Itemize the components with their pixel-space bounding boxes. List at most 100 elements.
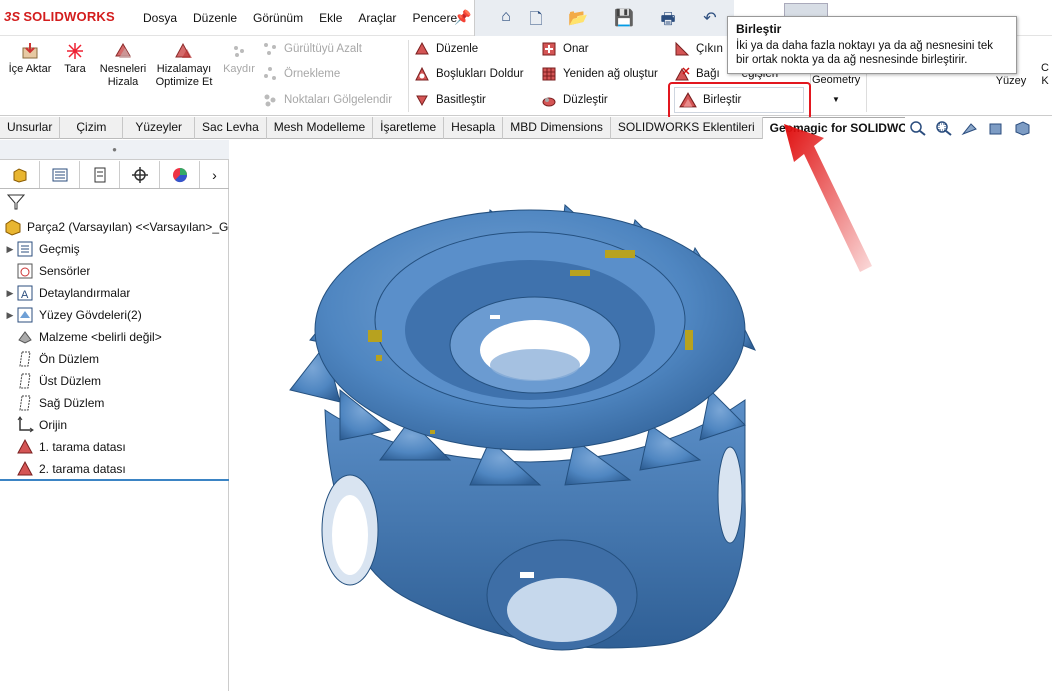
repair-icon bbox=[542, 42, 556, 56]
expand-icon[interactable]: ▶ bbox=[4, 310, 16, 321]
optimize-align-button[interactable]: Hizalamayı Optimize Et bbox=[152, 42, 216, 89]
undo-icon[interactable]: ↶ bbox=[699, 8, 721, 28]
tree-item-front-plane[interactable]: Ön Düzlem bbox=[4, 348, 99, 370]
simplify-button[interactable]: Basitleştir bbox=[414, 90, 486, 110]
history-icon bbox=[17, 241, 33, 257]
tree-item-origin[interactable]: Orijin bbox=[4, 414, 67, 436]
tab-cizim[interactable]: Çizim bbox=[60, 117, 124, 139]
partial-button[interactable]: C K bbox=[1038, 62, 1052, 88]
fill-holes-button[interactable]: Boşlukları Doldur bbox=[414, 64, 524, 84]
zoom-to-fit-icon[interactable] bbox=[909, 120, 927, 136]
display-manager-tab[interactable] bbox=[160, 161, 200, 188]
tree-root-part[interactable]: Parça2 (Varsayılan) <<Varsayılan>_Gö bbox=[4, 216, 229, 238]
repair-button[interactable]: Onar bbox=[541, 39, 589, 59]
scan-data-icon bbox=[17, 460, 33, 476]
panel-more-tab[interactable]: › bbox=[200, 161, 229, 188]
tab-yuzeyler[interactable]: Yüzeyler bbox=[123, 117, 196, 139]
quick-access-toolbar: ⌂ 🗋 📂 💾 🖶 ↶ bbox=[474, 0, 734, 36]
configuration-manager-icon bbox=[94, 167, 105, 182]
align-objects-button[interactable]: Nesneleri Hizala bbox=[96, 42, 150, 89]
zoom-area-icon[interactable] bbox=[935, 120, 953, 136]
menu-ekle[interactable]: Ekle bbox=[311, 11, 350, 25]
tree-item-scan-data-1[interactable]: 1. tarama datası bbox=[4, 436, 126, 458]
sensor-icon bbox=[17, 263, 33, 279]
open-folder-icon[interactable]: 📂 bbox=[567, 8, 589, 28]
view-orientation-icon[interactable] bbox=[1013, 120, 1031, 136]
chevron-down-icon: ▼ bbox=[832, 95, 840, 104]
tab-mesh-modelleme[interactable]: Mesh Modelleme bbox=[267, 117, 374, 139]
tab-sac-levha[interactable]: Sac Levha bbox=[195, 117, 267, 139]
scan-data-icon bbox=[17, 438, 33, 454]
tab-solidworks-eklentileri[interactable]: SOLIDWORKS Eklentileri bbox=[611, 117, 763, 139]
tooltip: Birleştir İki ya da daha fazla noktayı y… bbox=[727, 16, 1017, 74]
scanned-gear-model[interactable] bbox=[230, 140, 1052, 691]
import-button[interactable]: İçe Aktar bbox=[6, 42, 54, 76]
solidworks-logo[interactable]: 3S SOLIDWORKS bbox=[4, 9, 115, 24]
section-view-icon[interactable] bbox=[987, 120, 1005, 136]
align-objects-icon bbox=[115, 43, 131, 58]
tree-item-sensors[interactable]: Sensörler bbox=[4, 260, 90, 282]
tree-item-annotations[interactable]: ▶ A Detaylandırmalar bbox=[4, 282, 130, 304]
feature-tree-tab[interactable] bbox=[0, 161, 40, 188]
chevron-right-icon: › bbox=[212, 166, 217, 183]
red-arrow-annotation bbox=[784, 124, 872, 272]
menu-gorunum[interactable]: Görünüm bbox=[245, 11, 311, 25]
expand-icon[interactable]: ▶ bbox=[4, 288, 16, 299]
scan-button[interactable]: Tara bbox=[60, 42, 90, 76]
property-manager-icon bbox=[52, 168, 67, 181]
sampling-icon bbox=[264, 67, 276, 80]
menu-duzenle[interactable]: Düzenle bbox=[185, 11, 245, 25]
new-document-icon[interactable]: 🗋 bbox=[525, 8, 547, 28]
tab-hesapla[interactable]: Hesapla bbox=[444, 117, 504, 139]
part-icon bbox=[5, 219, 21, 236]
tree-item-material[interactable]: Malzeme <belirli değil> bbox=[4, 326, 162, 348]
material-icon bbox=[18, 331, 32, 344]
rollback-bar[interactable] bbox=[0, 479, 229, 481]
menu-araclar[interactable]: Araçlar bbox=[350, 11, 404, 25]
save-icon[interactable]: 💾 bbox=[613, 8, 635, 28]
import-icon bbox=[22, 43, 38, 59]
edit-mesh-button[interactable]: Düzenle bbox=[414, 39, 478, 59]
tooltip-description: İki ya da daha fazla noktayı ya da ağ ne… bbox=[736, 40, 993, 66]
tab-isaretleme[interactable]: İşaretleme bbox=[373, 117, 445, 139]
tree-item-top-plane[interactable]: Üst Düzlem bbox=[4, 370, 101, 392]
expand-icon[interactable]: ▶ bbox=[4, 244, 16, 255]
panel-grip[interactable]: ● bbox=[0, 140, 229, 160]
shade-points-icon bbox=[264, 94, 276, 107]
configuration-manager-tab[interactable] bbox=[80, 161, 120, 188]
shade-points-button[interactable]: Noktaları Gölgelendir bbox=[262, 90, 392, 110]
optimize-align-icon bbox=[175, 42, 192, 58]
menu-dosya[interactable]: Dosya bbox=[135, 11, 185, 25]
tree-item-scan-data-2[interactable]: 2. tarama datası bbox=[4, 458, 126, 480]
plane-icon bbox=[19, 351, 31, 367]
exit-icon bbox=[675, 41, 690, 56]
tree-item-surface-bodies[interactable]: ▶ Yüzey Gövdeleri(2) bbox=[4, 304, 142, 326]
home-icon[interactable]: ⌂ bbox=[495, 8, 517, 28]
print-icon[interactable]: 🖶 bbox=[657, 8, 679, 28]
smooth-icon bbox=[542, 97, 556, 107]
edit-mesh-icon bbox=[415, 41, 429, 55]
dimxpert-tab[interactable] bbox=[120, 161, 160, 188]
surface-bodies-icon bbox=[17, 307, 33, 323]
view-toolbar bbox=[905, 117, 1052, 139]
tree-item-history[interactable]: ▶ Geçmiş bbox=[4, 238, 80, 260]
graphics-area[interactable] bbox=[230, 140, 1052, 691]
panel-tabs: › bbox=[0, 161, 229, 189]
reduce-noise-button[interactable]: Gürültüyü Azalt bbox=[262, 39, 362, 59]
pin-icon[interactable]: 📌 bbox=[454, 9, 471, 26]
filter-icon[interactable] bbox=[6, 192, 26, 212]
sampling-button[interactable]: Örnekleme bbox=[262, 64, 340, 84]
tab-mbd-dimensions[interactable]: MBD Dimensions bbox=[503, 117, 611, 139]
geometry-button[interactable]: Geometry ▼ bbox=[812, 74, 862, 106]
remesh-button[interactable]: Yeniden ağ oluştur bbox=[541, 64, 658, 84]
shift-button[interactable]: Kaydır bbox=[220, 42, 258, 76]
smooth-button[interactable]: Düzleştir bbox=[541, 90, 608, 110]
exit-button[interactable]: Çıkın bbox=[674, 39, 723, 59]
remesh-icon bbox=[542, 67, 556, 81]
origin-icon bbox=[17, 416, 34, 433]
tree-item-right-plane[interactable]: Sağ Düzlem bbox=[4, 392, 104, 414]
tab-unsurlar[interactable]: Unsurlar bbox=[0, 117, 61, 139]
reduce-noise-icon bbox=[264, 43, 276, 55]
property-manager-tab[interactable] bbox=[40, 161, 80, 188]
previous-view-icon[interactable] bbox=[961, 120, 979, 136]
